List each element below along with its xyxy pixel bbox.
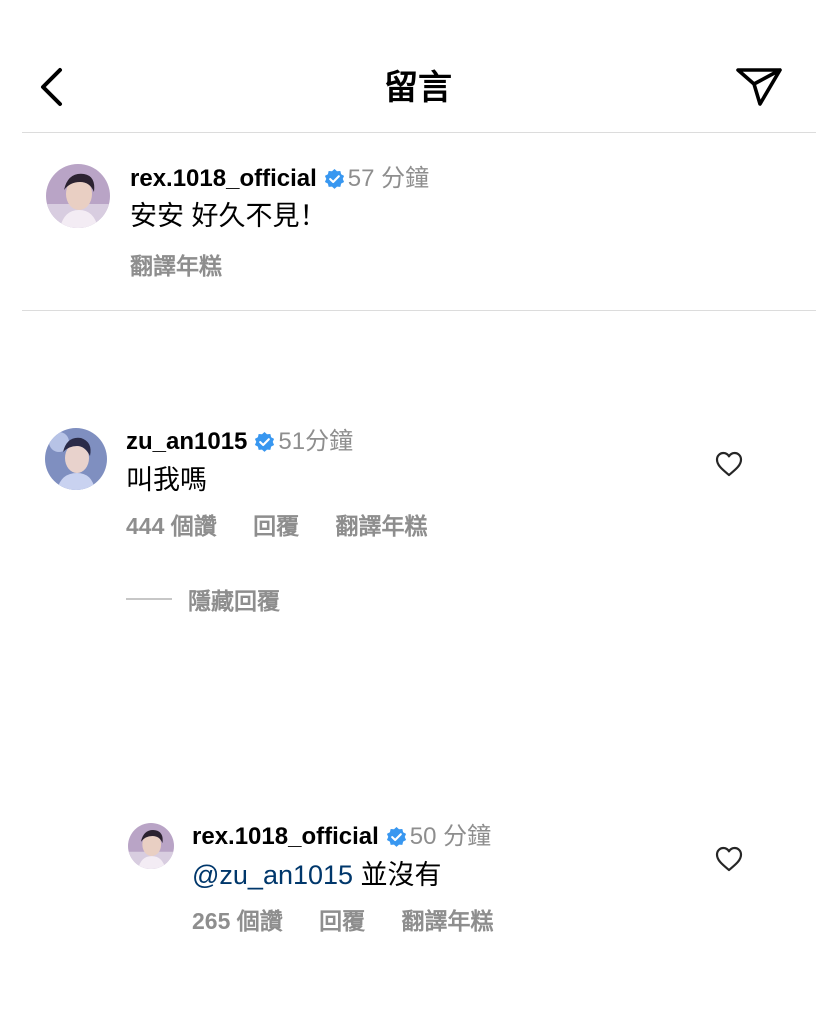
caption-text: 安安 好久不見！ [130,201,327,231]
header-bar: 留言 [0,0,836,133]
timestamp: 50 分鐘 [409,823,492,850]
heart-icon [715,846,743,872]
avatar-photo [128,823,174,869]
share-button[interactable] [732,62,786,112]
reply-actions: 265 個讚 回覆 翻譯年糕 [192,906,524,936]
hide-replies-line [126,598,172,600]
avatar[interactable] [45,428,107,490]
comment-text: 叫我嗎 [126,465,207,495]
timestamp: 51分鐘 [278,428,354,455]
reply-button[interactable]: 回覆 [253,513,299,539]
translate-button[interactable]: 翻譯年糕 [402,908,494,934]
verified-badge-icon [386,826,406,847]
heart-icon [715,451,743,477]
timestamp: 57 分鐘 [347,165,430,192]
comment-actions: 444 個讚 回覆 翻譯年糕 [126,511,458,541]
mention-link[interactable]: @zu_an1015 [192,860,353,890]
caption-meta: rex.1018_official 57 分鐘 [130,163,429,195]
header-divider [22,132,816,133]
caption-divider [22,310,816,311]
username[interactable]: rex.1018_official [130,165,317,192]
hide-replies-label: 隱藏回覆 [188,588,280,614]
like-button[interactable] [715,846,743,872]
caption-actions: 翻譯年糕 [130,251,252,281]
reply-button[interactable]: 回覆 [319,908,365,934]
username[interactable]: zu_an1015 [126,428,247,455]
paper-plane-icon [736,68,782,106]
username[interactable]: rex.1018_official [192,823,379,850]
avatar-photo [46,164,110,228]
reply-meta: rex.1018_official 50 分鐘 [192,821,491,853]
avatar-photo [45,428,107,490]
comments-screen: 留言 rex.1018_official 57 分鐘 安安 好久不見！ 翻譯年糕 [0,0,836,1024]
verified-badge-icon [324,168,344,189]
avatar[interactable] [128,823,174,869]
hide-replies-button[interactable]: 隱藏回覆 [126,582,280,614]
reply-body: 並沒有 [353,860,442,890]
likes-count[interactable]: 444 個讚 [126,513,217,539]
avatar[interactable] [46,164,110,228]
verified-badge-icon [255,431,275,452]
likes-count[interactable]: 265 個讚 [192,908,283,934]
page-title: 留言 [384,69,452,107]
translate-button[interactable]: 翻譯年糕 [336,513,428,539]
translate-button[interactable]: 翻譯年糕 [130,253,222,279]
reply-text: @zu_an1015 並沒有 [192,857,442,893]
like-button[interactable] [715,451,743,477]
comment-meta: zu_an1015 51分鐘 [126,426,353,458]
